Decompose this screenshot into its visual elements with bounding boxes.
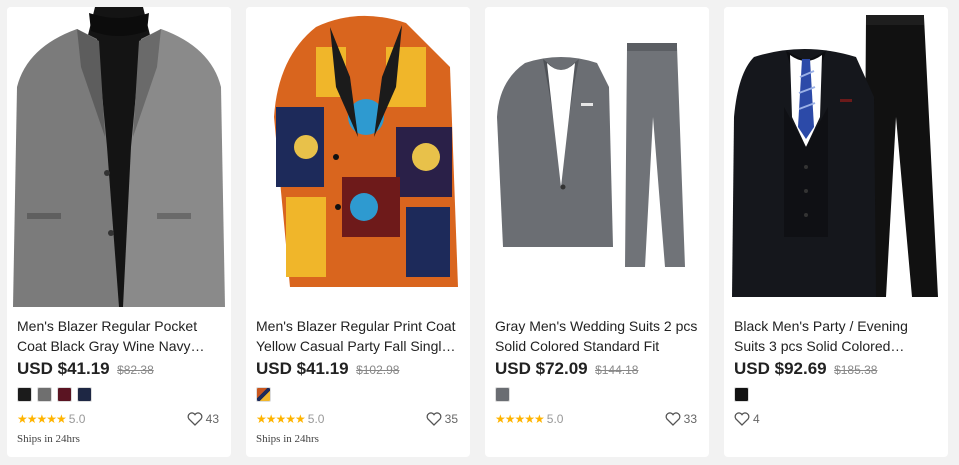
- product-image[interactable]: [724, 7, 948, 307]
- original-price: $144.18: [595, 363, 639, 377]
- color-swatch[interactable]: [57, 387, 72, 402]
- star-rating-icon: ★★★★★: [17, 412, 67, 426]
- rating: ★★★★★ 5.0: [495, 412, 563, 426]
- price-row: USD $72.09 $144.18: [495, 359, 638, 379]
- color-swatches: [256, 387, 276, 403]
- color-swatch[interactable]: [77, 387, 92, 402]
- heart-icon: [187, 412, 203, 426]
- product-title[interactable]: Men's Blazer Regular Print Coat Yellow C…: [256, 316, 460, 356]
- color-swatch[interactable]: [37, 387, 52, 402]
- rating: ★★★★★ 5.0: [17, 412, 85, 426]
- heart-icon: [734, 412, 750, 426]
- rating: ★★★★★ 5.0: [256, 412, 324, 426]
- color-swatch[interactable]: [17, 387, 32, 402]
- rating-value: 5.0: [68, 412, 86, 426]
- product-card[interactable]: Men's Blazer Regular Pocket Coat Black G…: [7, 7, 231, 457]
- shipping-note: Ships in 24hrs: [256, 433, 319, 445]
- shipping-note: Ships in 24hrs: [17, 433, 80, 445]
- heart-icon: [426, 412, 442, 426]
- original-price: $82.38: [117, 363, 154, 377]
- like-count: 35: [444, 412, 458, 426]
- price-row: USD $92.69 $185.38: [734, 359, 877, 379]
- product-price: USD $72.09: [495, 359, 588, 378]
- product-price: USD $41.19: [17, 359, 110, 378]
- product-image[interactable]: [7, 7, 231, 307]
- product-title[interactable]: Black Men's Party / Evening Suits 3 pcs …: [734, 316, 938, 356]
- price-row: USD $41.19 $82.38: [17, 359, 154, 379]
- color-swatches: [17, 387, 97, 403]
- product-card[interactable]: Black Men's Party / Evening Suits 3 pcs …: [724, 7, 948, 457]
- heart-icon: [665, 412, 681, 426]
- print-blazer-image: [246, 7, 470, 307]
- rating-value: 5.0: [307, 412, 325, 426]
- rating-value: 5.0: [546, 412, 564, 426]
- product-title[interactable]: Men's Blazer Regular Pocket Coat Black G…: [17, 316, 221, 356]
- color-swatch[interactable]: [256, 387, 271, 402]
- product-card[interactable]: Men's Blazer Regular Print Coat Yellow C…: [246, 7, 470, 457]
- product-card[interactable]: Gray Men's Wedding Suits 2 pcs Solid Col…: [485, 7, 709, 457]
- product-image[interactable]: [485, 7, 709, 307]
- original-price: $185.38: [834, 363, 878, 377]
- like-count: 43: [205, 412, 219, 426]
- like-count: 4: [753, 412, 760, 426]
- favorite-button[interactable]: 43: [187, 412, 219, 426]
- color-swatch[interactable]: [495, 387, 510, 402]
- color-swatches: [734, 387, 754, 403]
- star-rating-icon: ★★★★★: [256, 412, 306, 426]
- product-price: USD $41.19: [256, 359, 349, 378]
- product-price: USD $92.69: [734, 359, 827, 378]
- price-row: USD $41.19 $102.98: [256, 359, 399, 379]
- product-title[interactable]: Gray Men's Wedding Suits 2 pcs Solid Col…: [495, 316, 699, 356]
- favorite-button[interactable]: 4: [734, 412, 760, 426]
- favorite-button[interactable]: 35: [426, 412, 458, 426]
- star-rating-icon: ★★★★★: [495, 412, 545, 426]
- favorite-button[interactable]: 33: [665, 412, 697, 426]
- color-swatch[interactable]: [734, 387, 749, 402]
- gray-suit-image: [485, 7, 709, 307]
- like-count: 33: [683, 412, 697, 426]
- gray-blazer-image: [7, 7, 231, 307]
- black-suit-image: [724, 7, 948, 307]
- original-price: $102.98: [356, 363, 400, 377]
- product-image[interactable]: [246, 7, 470, 307]
- color-swatches: [495, 387, 515, 403]
